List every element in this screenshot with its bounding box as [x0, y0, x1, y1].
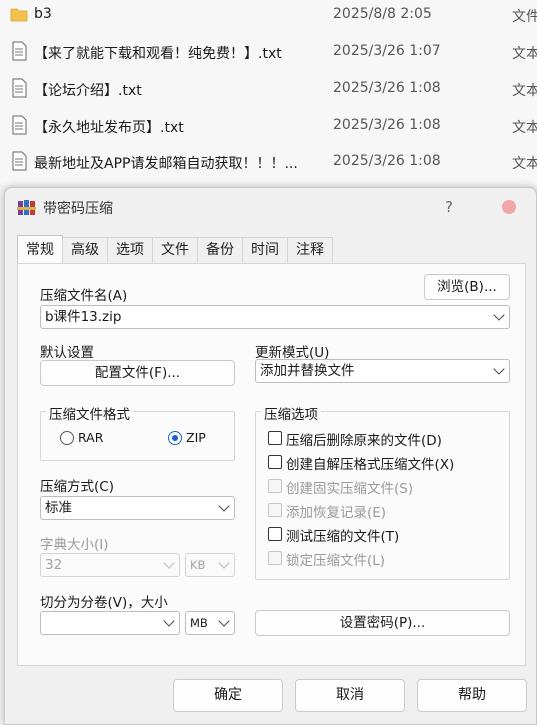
file-name: 【来了就能下载和观看！纯免费！】.txt: [34, 46, 282, 62]
dictionary-size-select[interactable]: 32: [40, 553, 180, 577]
checkbox-test-files-label: 测试压缩的文件(T): [286, 529, 400, 545]
radio-zip-label: ZIP: [186, 430, 206, 445]
dialog-titlebar[interactable]: 带密码压缩 ?: [5, 188, 536, 224]
checkbox-delete-after-label: 压缩后删除原来的文件(D): [286, 433, 442, 449]
archive-name-combo[interactable]: b课件13.zip: [40, 305, 510, 329]
text-file-icon: [12, 41, 27, 61]
tab-time[interactable]: 时间: [242, 237, 288, 263]
tab-files[interactable]: 文件: [152, 237, 198, 263]
browse-button[interactable]: 浏览(B)...: [424, 274, 510, 300]
compression-method-label: 压缩方式(C): [40, 479, 114, 495]
tab-bar: 常规 高级 选项 文件 备份 时间 注释: [17, 235, 333, 263]
chevron-down-icon[interactable]: [218, 500, 230, 512]
chevron-down-icon[interactable]: [218, 615, 230, 627]
compression-method-select[interactable]: 标准: [40, 496, 235, 520]
dictionary-size-label: 字典大小(I): [40, 537, 109, 553]
split-volume-label: 切分为分卷(V)，大小: [40, 595, 168, 611]
update-mode-label: 更新模式(U): [255, 345, 330, 361]
chevron-down-icon[interactable]: [163, 615, 175, 627]
ok-button[interactable]: 确定: [173, 679, 283, 712]
checkbox-solid-label: 创建固实压缩文件(S): [286, 481, 414, 497]
chevron-down-icon[interactable]: [218, 557, 230, 569]
folder-icon: [10, 8, 28, 22]
file-date: 2025/8/8 2:05: [333, 6, 432, 22]
text-file-icon: [12, 115, 27, 135]
file-date: 2025/3/26 1:08: [333, 80, 441, 96]
file-type: 文本: [512, 83, 537, 99]
file-date: 2025/3/26 1:07: [333, 43, 441, 59]
file-date: 2025/3/26 1:08: [333, 117, 441, 133]
text-file-icon: [12, 78, 27, 98]
chevron-down-icon[interactable]: [493, 309, 505, 321]
dictionary-unit-value: KB: [190, 558, 206, 572]
chevron-down-icon[interactable]: [163, 557, 175, 569]
winrar-books-icon: [17, 200, 36, 215]
archive-format-title: 压缩文件格式: [46, 403, 133, 423]
file-name: 【论坛介绍】.txt: [34, 83, 142, 99]
general-tab-panel: 压缩文件名(A) 浏览(B)... b课件13.zip 默认设置 配置文件(F)…: [17, 263, 526, 666]
file-row[interactable]: 【永久地址发布页】.txt 2025/3/26 1:08 文本: [0, 107, 537, 144]
split-unit-select[interactable]: MB: [185, 611, 235, 635]
file-row[interactable]: b3 2025/8/8 2:05 文件: [0, 0, 537, 33]
compression-method-value: 标准: [45, 500, 72, 516]
split-volume-combo[interactable]: [40, 611, 180, 635]
file-date: 2025/3/26 1:08: [333, 153, 441, 169]
split-unit-value: MB: [190, 616, 208, 630]
tab-general[interactable]: 常规: [17, 235, 63, 263]
file-name: 【永久地址发布页】.txt: [34, 120, 184, 136]
update-mode-value: 添加并替换文件: [260, 363, 355, 379]
checkbox-delete-after[interactable]: [268, 431, 282, 445]
dictionary-unit-select[interactable]: KB: [185, 553, 235, 577]
checkbox-recovery-record[interactable]: [268, 503, 282, 517]
radio-rar[interactable]: [60, 431, 74, 445]
explorer-file-list: b3 2025/8/8 2:05 文件 【来了就能下载和观看！纯免费！】.txt…: [0, 0, 537, 185]
file-type: 文本: [512, 46, 537, 62]
help-question-icon[interactable]: ?: [445, 198, 453, 216]
checkbox-lock-archive-label: 锁定压缩文件(L): [286, 553, 386, 569]
checkbox-sfx[interactable]: [268, 455, 282, 469]
file-row[interactable]: 【来了就能下载和观看！纯免费！】.txt 2025/3/26 1:07 文本: [0, 33, 537, 70]
tab-comment[interactable]: 注释: [287, 237, 333, 263]
chevron-down-icon[interactable]: [493, 363, 505, 375]
file-row[interactable]: 【论坛介绍】.txt 2025/3/26 1:08 文本: [0, 70, 537, 107]
tab-options[interactable]: 选项: [107, 237, 153, 263]
checkbox-recovery-record-label: 添加恢复记录(E): [286, 505, 387, 521]
checkbox-lock-archive[interactable]: [268, 551, 282, 565]
set-password-button[interactable]: 设置密码(P)...: [255, 610, 510, 636]
tab-advanced[interactable]: 高级: [62, 237, 108, 263]
close-icon[interactable]: [502, 200, 516, 214]
cancel-button[interactable]: 取消: [295, 679, 405, 712]
file-type: 文本: [512, 156, 537, 172]
file-name: b3: [34, 6, 52, 22]
help-button[interactable]: 帮助: [417, 679, 527, 712]
archive-name-label: 压缩文件名(A): [40, 288, 128, 304]
checkbox-solid[interactable]: [268, 479, 282, 493]
file-type: 文件: [512, 9, 537, 25]
radio-rar-label: RAR: [78, 430, 104, 445]
radio-zip[interactable]: [168, 431, 182, 445]
default-profile-label: 默认设置: [40, 345, 94, 361]
dictionary-size-value: 32: [45, 557, 63, 573]
profiles-button[interactable]: 配置文件(F)...: [40, 360, 235, 386]
file-type: 文本: [512, 120, 537, 136]
checkbox-sfx-label: 创建自解压格式压缩文件(X): [286, 457, 455, 473]
archive-options-title: 压缩选项: [261, 403, 321, 423]
archive-name-value: b课件13.zip: [45, 309, 122, 325]
archive-dialog: 带密码压缩 ? 常规 高级 选项 文件 备份 时间 注释 压缩文件名(A) 浏览…: [4, 187, 537, 725]
tab-backup[interactable]: 备份: [197, 237, 243, 263]
update-mode-select[interactable]: 添加并替换文件: [255, 359, 510, 383]
checkbox-test-files[interactable]: [268, 527, 282, 541]
text-file-icon: [12, 151, 27, 171]
file-name: 最新地址及APP请发邮箱自动获取！！！...: [34, 156, 298, 172]
dialog-title: 带密码压缩: [43, 201, 113, 217]
file-row[interactable]: 最新地址及APP请发邮箱自动获取！！！... 2025/3/26 1:08 文本: [0, 143, 537, 180]
